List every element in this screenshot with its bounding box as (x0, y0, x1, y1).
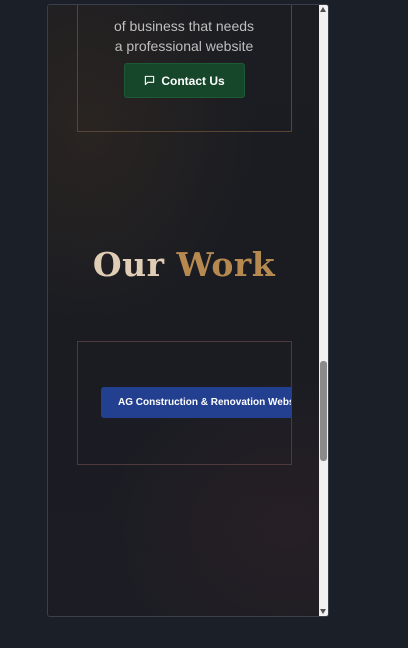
heading-word-our: Our (92, 245, 165, 284)
hero-description: of business that needs a professional we… (48, 16, 320, 56)
vertical-scrollbar[interactable] (319, 5, 328, 616)
browser-window: of business that needs a professional we… (47, 4, 329, 617)
contact-us-label: Contact Us (161, 73, 225, 88)
heading-word-work: Work (176, 245, 276, 284)
description-line-1: of business that needs (113, 18, 255, 34)
scroll-down-arrow-icon[interactable] (320, 609, 326, 614)
message-square-icon (144, 75, 155, 86)
our-work-heading: Our Work (48, 245, 320, 284)
scroll-up-arrow-icon[interactable] (320, 7, 326, 12)
project-card: AG Construction & Renovation Website (77, 341, 292, 465)
scrollbar-thumb[interactable] (320, 361, 327, 461)
page-viewport: of business that needs a professional we… (48, 5, 320, 616)
description-line-2: a professional website (114, 38, 254, 54)
contact-us-button[interactable]: Contact Us (124, 63, 245, 98)
project-button[interactable]: AG Construction & Renovation Website (101, 387, 291, 418)
